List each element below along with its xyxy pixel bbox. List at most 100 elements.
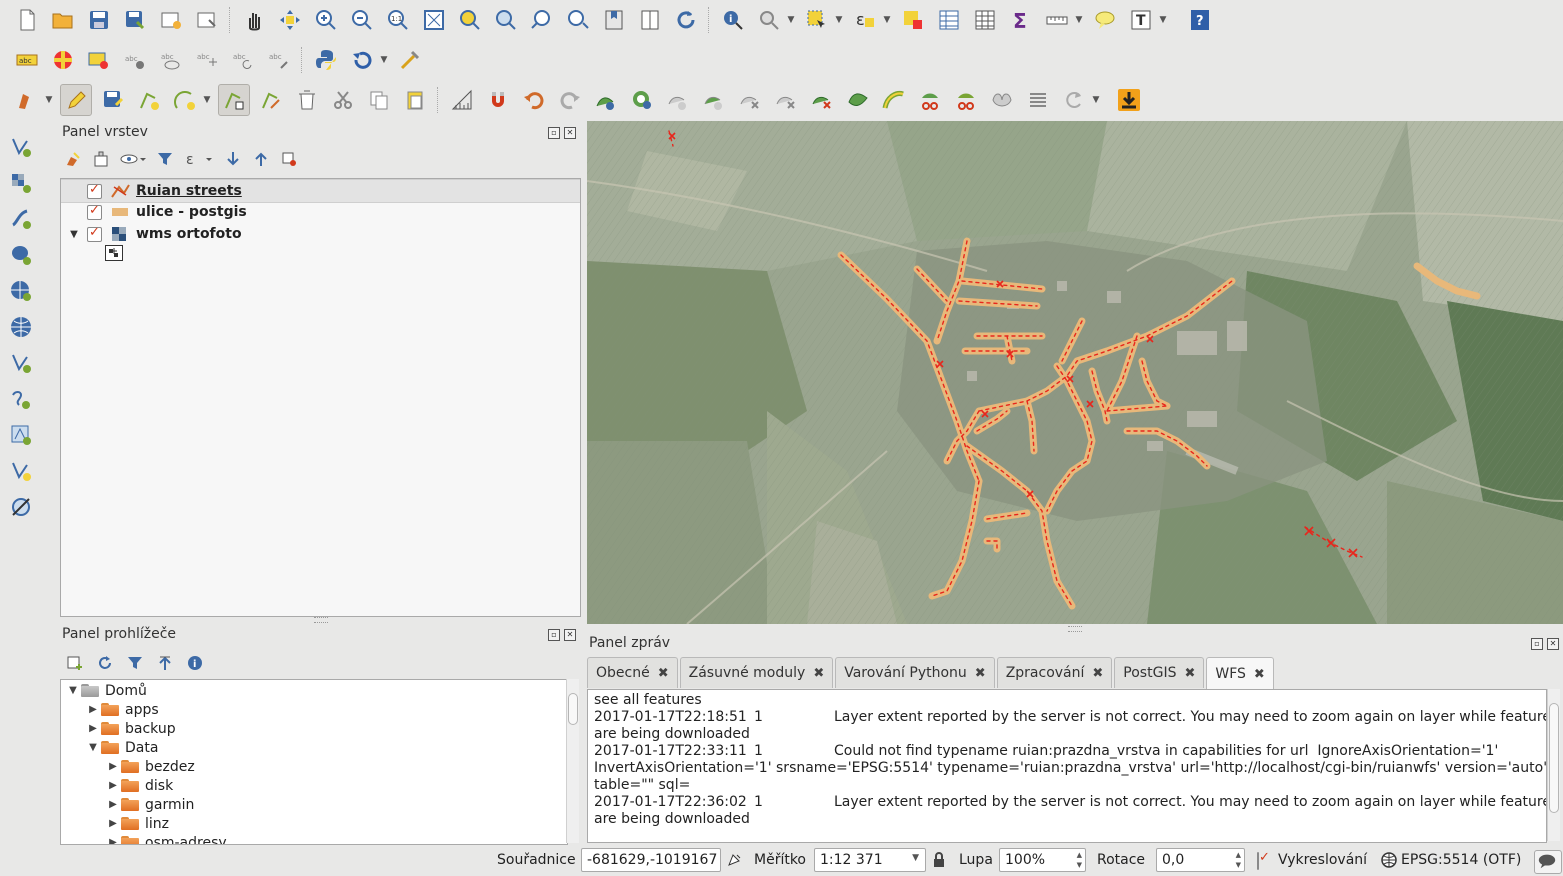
splitter-handle[interactable]	[1068, 626, 1082, 632]
chevron-down-icon[interactable]: ▼	[883, 5, 891, 35]
current-edits-icon[interactable]	[12, 85, 42, 115]
move-label-icon[interactable]: abc	[192, 45, 222, 75]
add-delimited-text-icon[interactable]	[6, 384, 36, 414]
tree-item[interactable]: ▶ bezdez	[105, 757, 195, 776]
chevron-down-icon[interactable]: ▼	[1092, 85, 1100, 115]
zoom-next-icon[interactable]	[563, 5, 593, 35]
layer-item-ruian-streets[interactable]: Ruian streets	[61, 179, 580, 203]
save-layer-edits-icon[interactable]	[98, 85, 128, 115]
add-circular-string-icon[interactable]	[170, 85, 200, 115]
scrollbar-thumb[interactable]	[1549, 703, 1559, 813]
scrollbar-thumb[interactable]	[568, 693, 578, 725]
fill-ring-icon[interactable]	[699, 85, 729, 115]
toggle-extents-icon[interactable]	[725, 851, 743, 869]
redo-icon[interactable]	[555, 85, 585, 115]
open-project-icon[interactable]	[48, 5, 78, 35]
tree-item[interactable]: ▶ backup	[85, 719, 175, 738]
scale-combobox[interactable]: 1:12 371 ▼	[814, 848, 926, 872]
style-manager-icon[interactable]	[48, 45, 78, 75]
close-tab-icon[interactable]: ✖	[1184, 666, 1195, 681]
zoom-native-icon[interactable]: 1:1	[383, 5, 413, 35]
properties-info-icon[interactable]: i	[186, 654, 204, 672]
collapse-browser-icon[interactable]	[156, 654, 174, 672]
split-parts-icon[interactable]	[951, 85, 981, 115]
copy-features-icon[interactable]	[364, 85, 394, 115]
snapping-options-icon[interactable]	[447, 85, 477, 115]
render-checkbox[interactable]	[1257, 852, 1259, 870]
delete-selected-icon[interactable]	[292, 85, 322, 115]
add-virtual-layer-icon[interactable]	[6, 420, 36, 450]
expand-arrow-icon[interactable]: ▶	[105, 837, 121, 844]
manage-visibility-icon[interactable]	[120, 150, 146, 168]
rotate-point-symbols-icon[interactable]	[1059, 85, 1089, 115]
label-tool-icon[interactable]: abc	[12, 45, 42, 75]
remove-layer-icon[interactable]	[280, 150, 298, 168]
layer-visibility-checkbox[interactable]	[87, 225, 102, 242]
plugin-tool-icon[interactable]	[395, 45, 425, 75]
magnet-icon[interactable]	[483, 85, 513, 115]
add-feature-icon[interactable]	[134, 85, 164, 115]
add-spatialite-layer-icon[interactable]	[6, 204, 36, 234]
pan-to-selection-icon[interactable]	[275, 5, 305, 35]
gps-tools-icon[interactable]	[6, 492, 36, 522]
add-wcs-layer-icon[interactable]	[6, 312, 36, 342]
add-raster-layer-icon[interactable]	[6, 168, 36, 198]
add-ring-icon[interactable]	[627, 85, 657, 115]
download-icon[interactable]	[1114, 85, 1144, 115]
merge-features-icon[interactable]	[987, 85, 1017, 115]
attribute-table-icon[interactable]	[934, 5, 964, 35]
add-part-icon[interactable]	[663, 85, 693, 115]
layer-visibility-checkbox[interactable]	[87, 203, 102, 220]
paste-features-icon[interactable]	[400, 85, 430, 115]
select-by-expression-icon[interactable]: ε	[850, 5, 880, 35]
expand-arrow-icon[interactable]: ▶	[105, 761, 121, 772]
message-scrollbar[interactable]	[1547, 689, 1560, 841]
refresh-icon[interactable]	[671, 5, 701, 35]
chevron-down-icon[interactable]: ▼	[787, 5, 795, 35]
tab-varovani-pythonu[interactable]: Varování Pythonu ✖	[835, 657, 995, 688]
globe-icon[interactable]	[1381, 852, 1397, 868]
select-features-icon[interactable]	[802, 5, 832, 35]
float-panel-icon[interactable]: ▫	[1531, 638, 1543, 650]
measure-icon[interactable]	[1042, 5, 1072, 35]
change-label-icon[interactable]: abc	[264, 45, 294, 75]
show-hide-labels-icon[interactable]: abc	[156, 45, 186, 75]
expand-arrow-icon[interactable]: ▶	[105, 780, 121, 791]
spin-arrows-icon[interactable]: ▲ ▼	[1236, 850, 1241, 870]
crs-label[interactable]: EPSG:5514 (OTF)	[1401, 852, 1521, 868]
refresh-browser-icon[interactable]	[96, 654, 114, 672]
filter-expression-icon[interactable]: ε	[184, 150, 214, 168]
field-calculator-icon[interactable]	[970, 5, 1000, 35]
offset-curve-icon[interactable]	[879, 85, 909, 115]
add-group-icon[interactable]	[92, 150, 110, 168]
zoom-in-icon[interactable]	[311, 5, 341, 35]
float-panel-icon[interactable]: ▫	[548, 127, 560, 139]
zoom-to-layer-icon[interactable]	[491, 5, 521, 35]
identify-icon[interactable]: i	[718, 5, 748, 35]
tree-item[interactable]: ▼ Domů	[65, 681, 147, 700]
text-annotation-icon[interactable]: T	[1126, 5, 1156, 35]
collapse-all-icon[interactable]	[252, 150, 270, 168]
browser-scrollbar[interactable]	[566, 679, 579, 843]
help-icon[interactable]: ?	[1185, 5, 1215, 35]
close-tab-icon[interactable]: ✖	[1092, 666, 1103, 681]
new-project-icon[interactable]	[12, 5, 42, 35]
tree-item[interactable]: ▶ linz	[105, 814, 169, 833]
node-tool-all-layers-icon[interactable]	[256, 85, 286, 115]
close-tab-icon[interactable]: ✖	[658, 666, 669, 681]
undo-blue-icon[interactable]	[347, 45, 377, 75]
tab-zasuvne-moduly[interactable]: Zásuvné moduly ✖	[679, 657, 834, 688]
composer-manager-icon[interactable]	[192, 5, 222, 35]
save-project-icon[interactable]	[84, 5, 114, 35]
toggle-editing-icon[interactable]	[60, 84, 92, 116]
cut-features-icon[interactable]	[328, 85, 358, 115]
tree-item[interactable]: ▼ Data	[85, 738, 158, 757]
close-tab-icon[interactable]: ✖	[975, 666, 986, 681]
add-postgis-layer-icon[interactable]	[6, 240, 36, 270]
layer-item-wms-ortofoto[interactable]: ▼ wms ortofoto	[61, 223, 580, 245]
close-tab-icon[interactable]: ✖	[813, 666, 824, 681]
new-print-composer-icon[interactable]	[156, 5, 186, 35]
splitter-handle[interactable]	[314, 617, 328, 623]
show-bookmarks-icon[interactable]	[635, 5, 665, 35]
map-canvas[interactable]	[587, 121, 1563, 624]
